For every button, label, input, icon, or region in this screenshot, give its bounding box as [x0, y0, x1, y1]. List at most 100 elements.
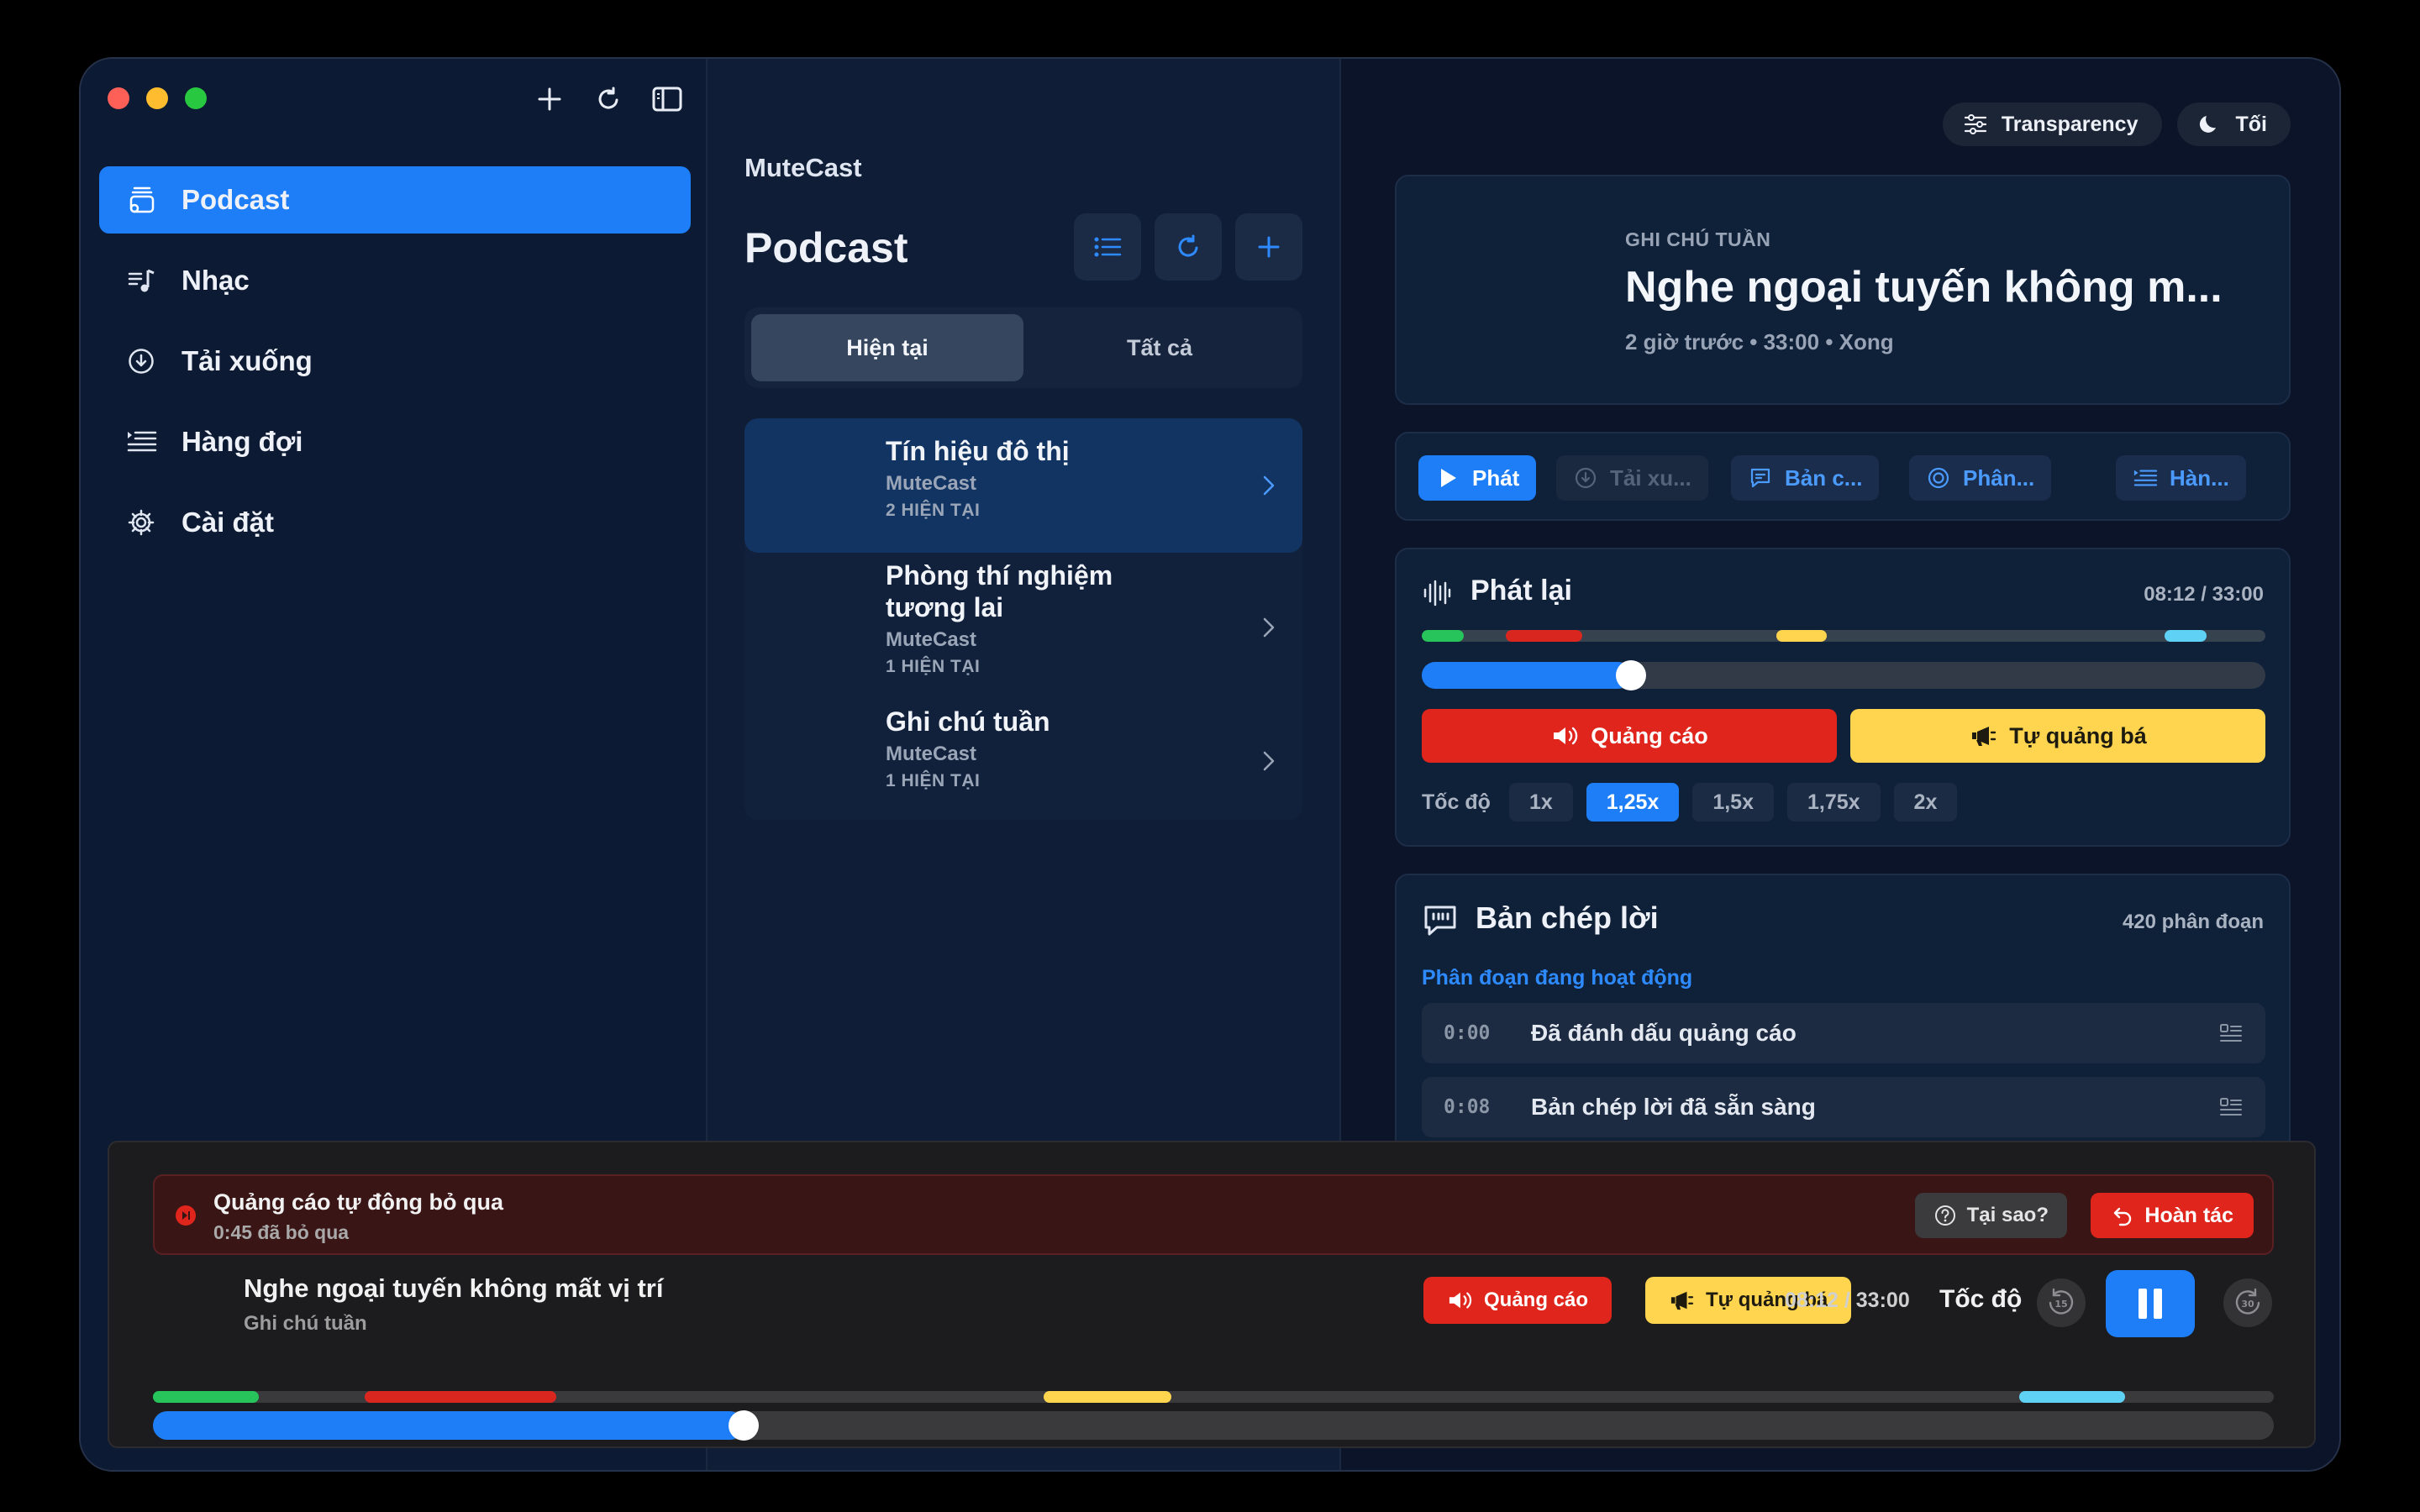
queue-icon [2133, 465, 2158, 491]
segment-text: Bản chép lời đã sẵn sàng [1531, 1094, 1816, 1120]
segment-marker-green [1422, 630, 1465, 642]
add-icon [1258, 236, 1280, 258]
download-icon [124, 344, 158, 378]
undo-label: Hoàn tác [2144, 1203, 2233, 1227]
hero-kicker: GHI CHÚ TUẦN [1625, 228, 1771, 250]
play-button[interactable]: Phát [1418, 455, 1537, 501]
theme-label: Tối [2235, 112, 2268, 136]
list-item[interactable]: Tín hiệu đô thị MuteCast 2 HIỆN TẠI [744, 418, 1302, 553]
detail-toolbar: Transparency Tối [1942, 102, 2291, 146]
undo-button[interactable]: Hoàn tác [2091, 1193, 2254, 1238]
mark-ad-label: Quảng cáo [1591, 722, 1708, 748]
speed-label: Tốc độ [1422, 790, 1491, 814]
episode-title: Tín hiệu đô thị [886, 436, 1070, 466]
hero-meta: 2 giờ trước • 33:00 • Xong [1625, 329, 1894, 354]
mark-promo-label: Tự quảng bá [2009, 722, 2147, 748]
sidebar-item-label: Nhạc [182, 265, 250, 296]
speed-option-1-5x[interactable]: 1,5x [1692, 783, 1774, 822]
queue-icon [124, 425, 158, 459]
episode-title: Phòng thí nghiệm tương lai [886, 560, 1113, 622]
list-item[interactable]: Phòng thí nghiệm tương lai MuteCast 1 HI… [744, 553, 1302, 702]
player-speed-label[interactable]: Tốc độ [1939, 1285, 2022, 1314]
active-segment-label[interactable]: Phân đoạn đang hoạt động [1422, 966, 1692, 990]
refresh-list-button[interactable] [1155, 213, 1222, 281]
why-button[interactable]: Tại sao? [1914, 1193, 2067, 1238]
tab-current[interactable]: Hiện tại [751, 314, 1023, 381]
minimize-window-button[interactable] [146, 87, 168, 109]
pause-button[interactable] [2106, 1270, 2195, 1337]
analyze-button[interactable]: Phân... [1909, 455, 2052, 501]
sidebar-toggle-icon[interactable] [650, 82, 684, 116]
sidebar-item-label: Hàng đợi [182, 426, 303, 457]
play-label: Phát [1472, 465, 1520, 491]
sidebar-item-music[interactable]: Nhạc [99, 247, 691, 314]
text-list-icon[interactable] [2218, 1021, 2244, 1046]
segment-marker-yellow [1044, 1391, 1171, 1403]
mark-promo-button[interactable]: Tự quảng bá [1850, 709, 2265, 763]
episode-source: MuteCast [886, 743, 977, 765]
segment-marker-red [365, 1391, 556, 1403]
chevron-right-icon [1263, 617, 1275, 638]
refresh-icon[interactable] [592, 82, 625, 116]
mark-ad-button[interactable]: Quảng cáo [1423, 1277, 1612, 1324]
list-view-button[interactable] [1074, 213, 1141, 281]
scrubber-knob[interactable] [1616, 660, 1647, 690]
sidebar-toolbar [533, 82, 684, 116]
refresh-icon [1178, 234, 1198, 257]
mark-ad-button[interactable]: Quảng cáo [1422, 709, 1837, 763]
queue-label: Hàn... [2170, 465, 2229, 491]
add-icon[interactable] [533, 82, 566, 116]
transcript-button[interactable]: Bản c... [1731, 455, 1880, 501]
segment-marker-yellow [1776, 630, 1827, 642]
undo-arrow-icon [2111, 1204, 2134, 1227]
episode-meta: 1 HIỆN TẠI [886, 771, 981, 790]
quote-bubble-icon [1424, 906, 1456, 936]
playback-scrubber[interactable] [1422, 660, 2265, 690]
sidebar-item-queue[interactable]: Hàng đợi [99, 408, 691, 475]
progress-fill [1422, 662, 1632, 689]
zoom-window-button[interactable] [185, 87, 207, 109]
sidebar-item-downloads[interactable]: Tải xuống [99, 328, 691, 395]
theme-button[interactable]: Tối [2176, 102, 2291, 146]
sidebar-nav: Podcast Nhạc Tải xuống Hàng đợi Cài đặt [99, 166, 691, 570]
list-item[interactable]: Ghi chú tuần MuteCast 1 HIỆN TẠI [744, 702, 1302, 820]
close-window-button[interactable] [108, 87, 129, 109]
banner-subtitle: 0:45 đã bỏ qua [213, 1221, 350, 1243]
app-name: MuteCast [744, 153, 862, 182]
tab-all[interactable]: Tất cả [1023, 314, 1296, 381]
player-scrubber[interactable] [153, 1410, 2274, 1441]
waveform-icon [1423, 580, 1451, 606]
app-window: Podcast Nhạc Tải xuống Hàng đợi Cài đặt … [79, 57, 2341, 1472]
transcript-row[interactable]: 0:00 Đã đánh dấu quảng cáo [1422, 1003, 2265, 1063]
pause-icon [2139, 1289, 2162, 1319]
svg-text:15: 15 [2054, 1299, 2067, 1310]
sidebar-item-podcast[interactable]: Podcast [99, 166, 691, 234]
episode-source: MuteCast [886, 472, 977, 495]
speed-option-2x[interactable]: 2x [1893, 783, 1958, 822]
speed-option-1-25x[interactable]: 1,25x [1586, 783, 1680, 822]
transparency-button[interactable]: Transparency [1942, 102, 2162, 146]
skip-back-15-button[interactable]: 15 [2037, 1278, 2086, 1327]
skip-forward-30-button[interactable]: 30 [2223, 1278, 2272, 1327]
add-podcast-button[interactable] [1235, 213, 1302, 281]
target-icon [1926, 465, 1951, 491]
chevron-right-icon [1263, 475, 1275, 496]
player-time: 08:12 / 33:00 [1785, 1289, 1910, 1312]
question-icon [1933, 1204, 1957, 1227]
sidebar-item-settings[interactable]: Cài đặt [99, 489, 691, 556]
speed-selector: Tốc độ 1x 1,25x 1,5x 1,75x 2x [1422, 783, 1958, 822]
why-label: Tại sao? [1966, 1204, 2049, 1226]
analyze-label: Phân... [1963, 465, 2035, 491]
segment-time: 0:08 [1444, 1096, 1491, 1118]
skip-stop-icon [176, 1205, 196, 1226]
megaphone-icon [1669, 1288, 1694, 1313]
scrubber-knob[interactable] [728, 1410, 759, 1441]
queue-button[interactable]: Hàn... [2116, 455, 2246, 501]
download-button[interactable]: Tải xu... [1556, 455, 1708, 501]
podcast-icon [124, 183, 158, 217]
speed-option-1-75x[interactable]: 1,75x [1786, 783, 1881, 822]
transcript-label: Bản c... [1785, 465, 1863, 491]
speed-option-1x[interactable]: 1x [1508, 783, 1573, 822]
filter-segmented-control: Hiện tại Tất cả [744, 307, 1302, 388]
text-list-icon[interactable] [2218, 1095, 2244, 1120]
